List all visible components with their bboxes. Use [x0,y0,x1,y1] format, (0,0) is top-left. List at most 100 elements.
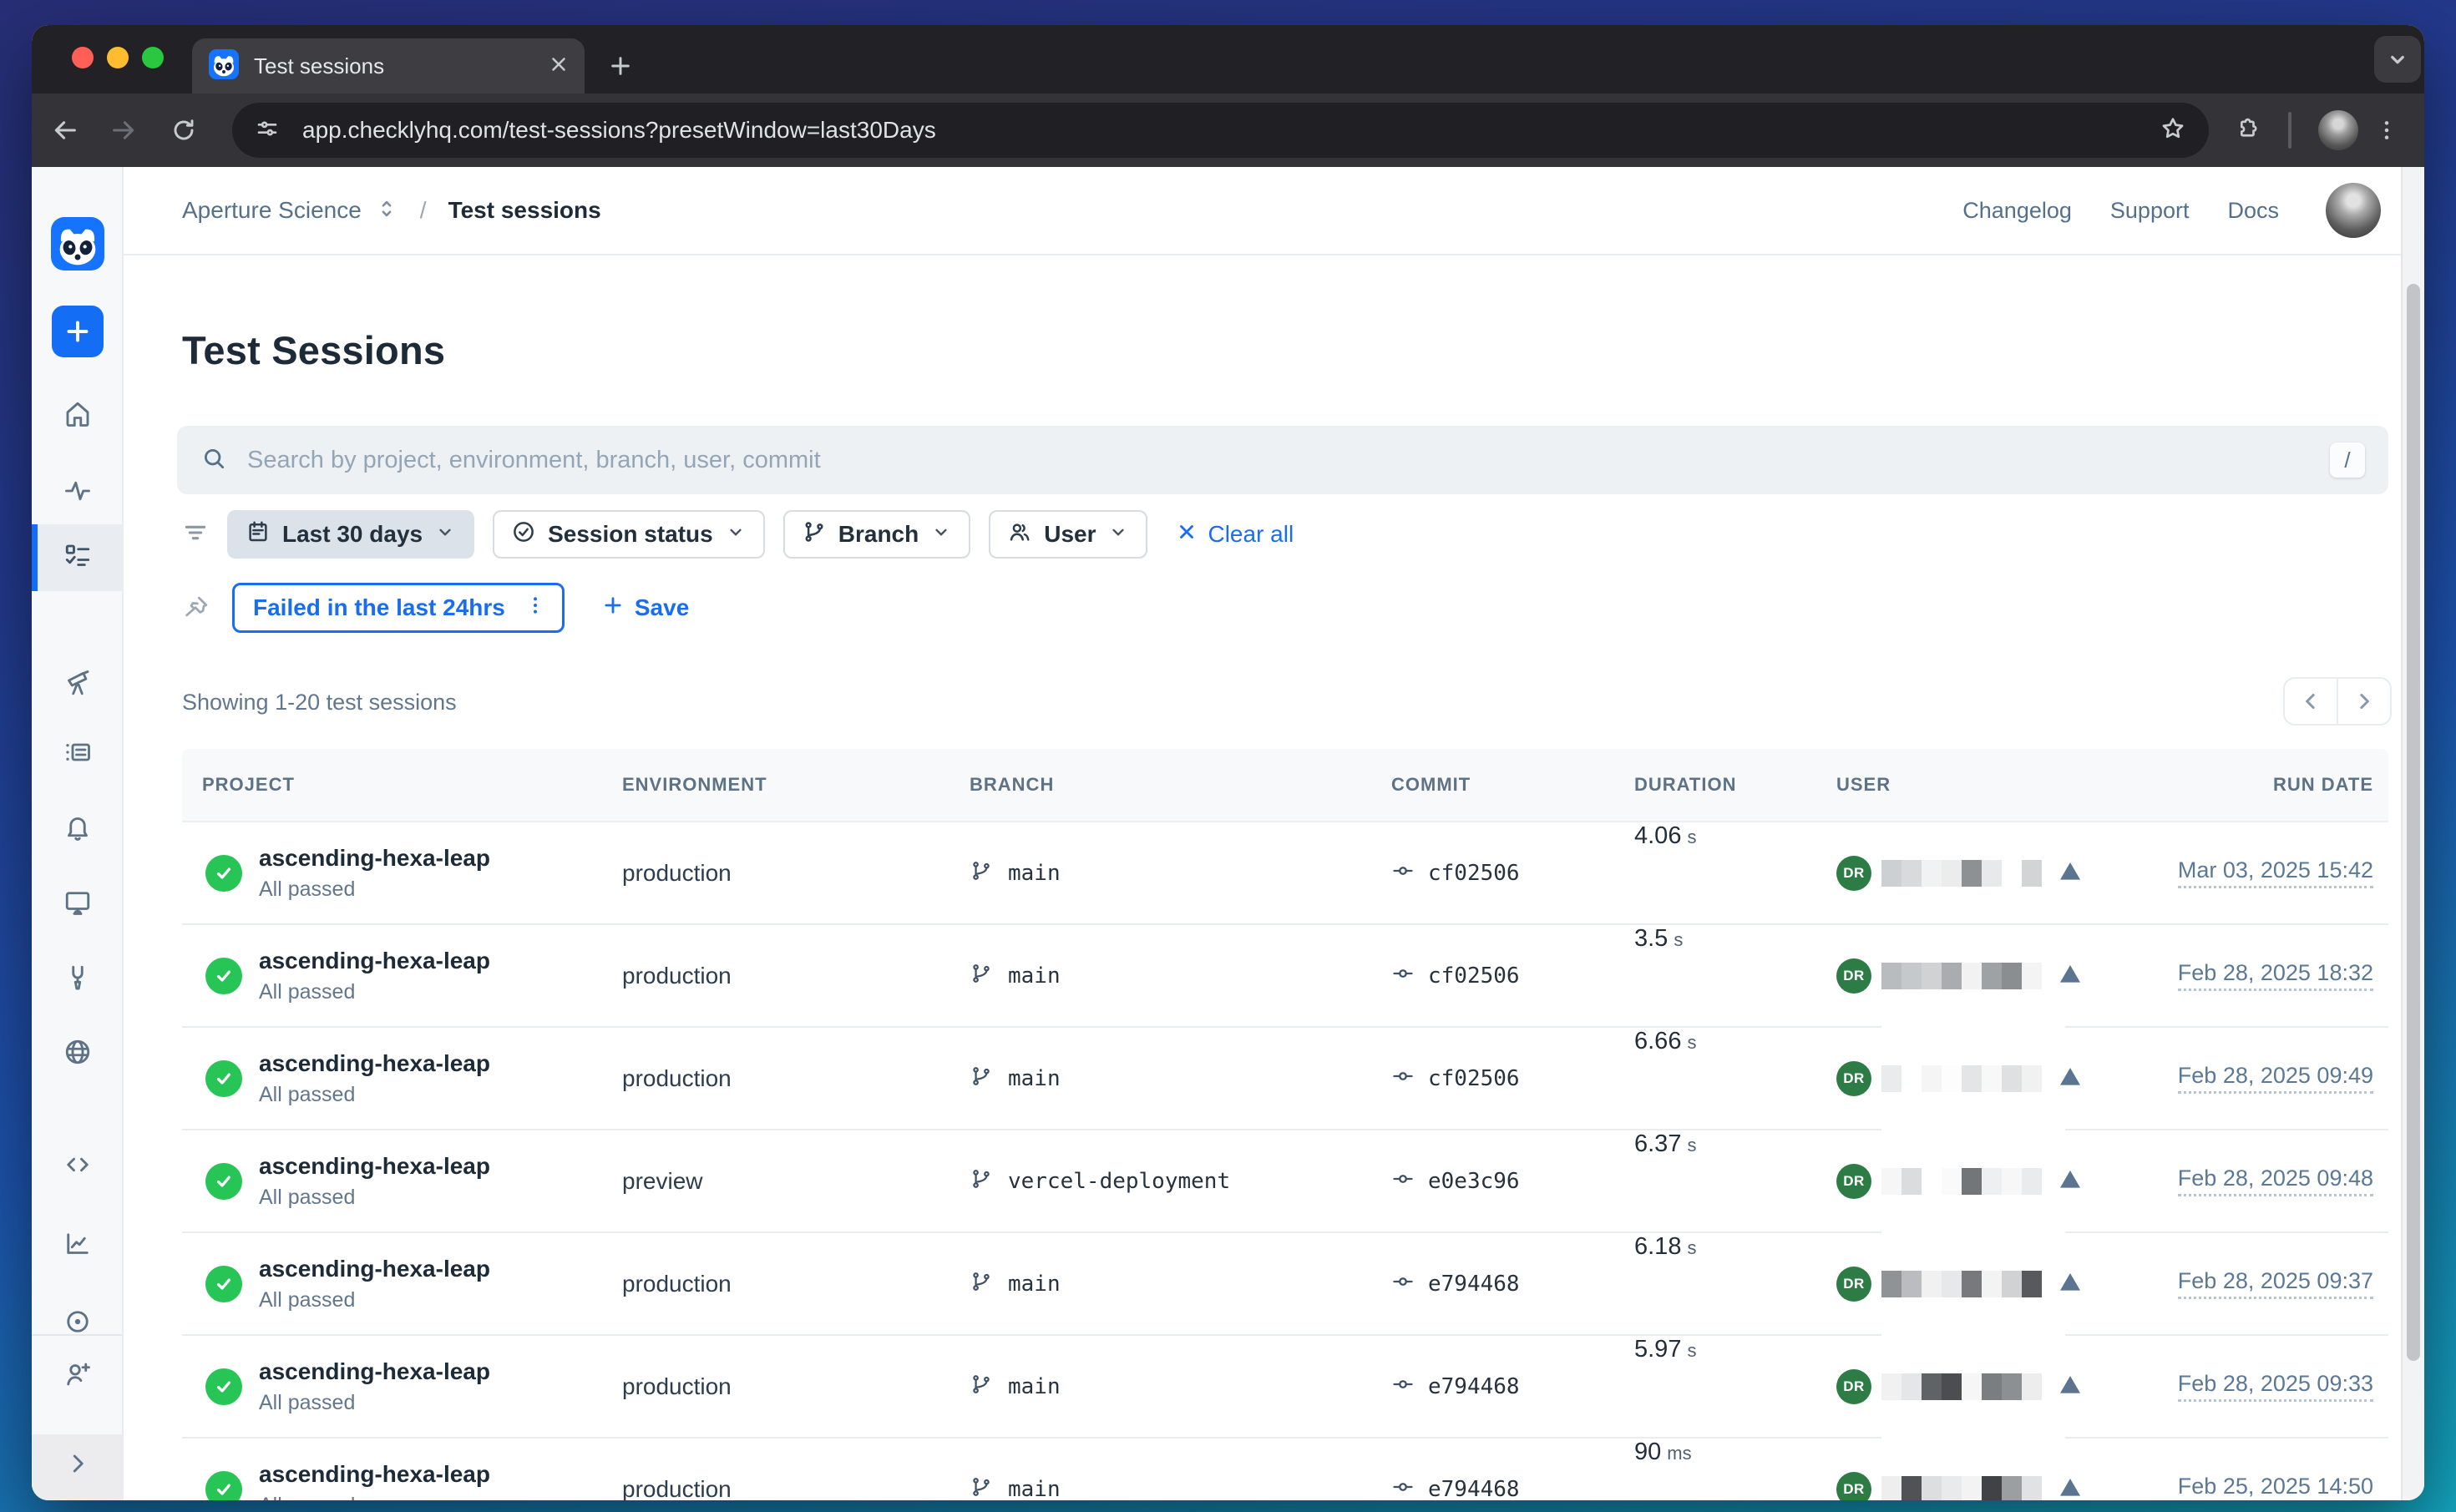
column-header-branch: BRANCH [970,749,1054,821]
run-date-link[interactable]: Feb 28, 2025 09:33 [2178,1371,2373,1402]
duration-value: 6.66 [1634,1028,1681,1055]
sidebar-item-runs[interactable] [32,721,124,787]
search-icon [200,445,227,476]
sidebar-item-maintenance[interactable] [32,946,124,1013]
user-avatar[interactable] [2326,183,2381,238]
table-row[interactable]: ascending-hexa-leapAll passedproductionm… [182,1028,2388,1130]
run-date-link[interactable]: Feb 28, 2025 09:48 [2178,1166,2373,1196]
next-page-button[interactable] [2338,679,2390,724]
back-button[interactable] [45,110,85,150]
account-switcher[interactable]: Aperture Science [182,197,362,224]
forward-button[interactable] [104,110,144,150]
chip-label: User [1044,521,1096,548]
run-date-cell: Feb 28, 2025 09:49 [2178,1028,2373,1129]
project-cell[interactable]: ascending-hexa-leapAll passed [259,822,490,923]
page-scrollbar[interactable] [2401,167,2424,1500]
save-filter-button[interactable]: Save [601,594,689,623]
commit-hash: cf02506 [1428,963,1520,989]
table-row[interactable]: ascending-hexa-leapAll passedproductionm… [182,1336,2388,1439]
run-date-link[interactable]: Feb 28, 2025 18:32 [2178,960,2373,991]
commit-icon [1391,1064,1415,1092]
sidebar-item-private-locations[interactable] [32,1020,124,1087]
duration-cell: 6.18s [1634,1233,1696,1334]
tab-close-icon[interactable] [548,53,570,79]
nav-link-changelog[interactable]: Changelog [1962,198,2072,224]
clear-all-button[interactable]: Clear all [1176,521,1294,549]
project-name: ascending-hexa-leap [259,845,490,872]
run-date-link[interactable]: Mar 03, 2025 15:42 [2178,857,2373,888]
sidebar-item-analytics[interactable] [32,1212,124,1279]
sidebar-item-dashboards[interactable] [32,871,124,938]
filter-chip-session-status[interactable]: Session status [493,510,765,559]
commit-cell: cf02506 [1391,822,1520,923]
project-cell[interactable]: ascending-hexa-leapAll passed [259,1439,490,1500]
project-name: ascending-hexa-leap [259,948,490,974]
table-row[interactable]: ascending-hexa-leapAll passedproductionm… [182,1233,2388,1336]
sidebar-item-invite-user[interactable] [32,1343,124,1409]
filter-chip-user[interactable]: User [989,510,1147,559]
check-circle-icon [205,822,242,923]
project-cell[interactable]: ascending-hexa-leapAll passed [259,1028,490,1129]
chip-label: Last 30 days [282,521,423,548]
table-row[interactable]: ascending-hexa-leapAll passedproductionm… [182,925,2388,1028]
kebab-menu-icon[interactable] [524,594,547,623]
create-new-button[interactable] [52,306,104,357]
redacted-user-name [1881,1065,2042,1092]
filter-chip-branch[interactable]: Branch [783,510,970,559]
duration-unit: s [1687,1340,1696,1362]
run-date-link[interactable]: Feb 28, 2025 09:37 [2178,1268,2373,1299]
sidebar-item-snippets[interactable] [32,1133,124,1200]
commit-cell: e0e3c96 [1391,1130,1520,1231]
table-row[interactable]: ascending-hexa-leapAll passed production m… [182,1439,2388,1500]
scrollbar-thumb[interactable] [2407,284,2420,1361]
project-cell[interactable]: ascending-hexa-leapAll passed [259,925,490,1026]
nav-link-docs[interactable]: Docs [2227,198,2279,224]
search-input[interactable]: Search by project, environment, branch, … [177,426,2388,494]
extensions-puzzle-icon[interactable] [2226,110,2266,150]
site-settings-icon[interactable] [254,115,281,146]
project-cell[interactable]: ascending-hexa-leapAll passed [259,1233,490,1334]
zoom-window-button[interactable] [142,47,164,68]
checkly-logo[interactable] [51,217,104,271]
project-cell[interactable]: ascending-hexa-leapAll passed [259,1336,490,1437]
table-row[interactable]: ascending-hexa-leapAll passedproductionm… [182,822,2388,925]
run-date-link[interactable]: Feb 25, 2025 14:50 [2178,1474,2373,1500]
new-tab-button[interactable] [601,47,640,85]
browser-profile-avatar[interactable] [2318,110,2358,150]
browser-tab[interactable]: Test sessions [192,38,585,94]
branch-cell: main [970,1439,1061,1500]
nav-link-support[interactable]: Support [2110,198,2190,224]
previous-page-button[interactable] [2285,679,2338,724]
sidebar-item-explore[interactable] [32,651,124,718]
runs-list-icon [63,737,93,771]
sidebar-item-collapse[interactable] [32,1432,124,1499]
sidebar-item-alerts[interactable] [32,796,124,862]
duration-unit: s [1687,827,1696,848]
commit-hash: e794468 [1428,1477,1520,1501]
environment-cell: production [622,1439,732,1500]
project-cell[interactable]: ascending-hexa-leapAll passed [259,1130,490,1231]
triangle-icon [2057,1371,2084,1402]
duration-cell: 4.06s [1634,822,1696,923]
sidebar-item-test-sessions[interactable] [32,524,124,591]
pagination [2283,677,2392,726]
saved-filter-chip[interactable]: Failed in the last 24hrs [232,583,565,633]
reload-button[interactable] [164,110,204,150]
sidebar-item-home[interactable] [32,382,124,449]
table-row[interactable]: ascending-hexa-leapAll passedpreviewverc… [182,1130,2388,1233]
tab-search-button[interactable] [2374,36,2421,83]
address-bar[interactable]: app.checklyhq.com/test-sessions?presetWi… [232,103,2209,158]
check-circle-icon [205,1439,242,1500]
chevrons-up-down-icon[interactable] [375,197,398,225]
browser-menu-kebab-icon[interactable] [2367,110,2407,150]
minimize-window-button[interactable] [107,47,129,68]
duration-cell: 6.66s [1634,1028,1696,1129]
git-branch-icon [970,1475,993,1500]
filter-chip-last-30-days[interactable]: Last 30 days [227,510,474,559]
bookmark-star-icon[interactable] [2159,114,2187,147]
sidebar-item-monitors[interactable] [32,459,124,526]
commit-hash: e794468 [1428,1374,1520,1399]
close-window-button[interactable] [72,47,94,68]
app-sidebar [32,167,124,1500]
run-date-link[interactable]: Feb 28, 2025 09:49 [2178,1063,2373,1094]
